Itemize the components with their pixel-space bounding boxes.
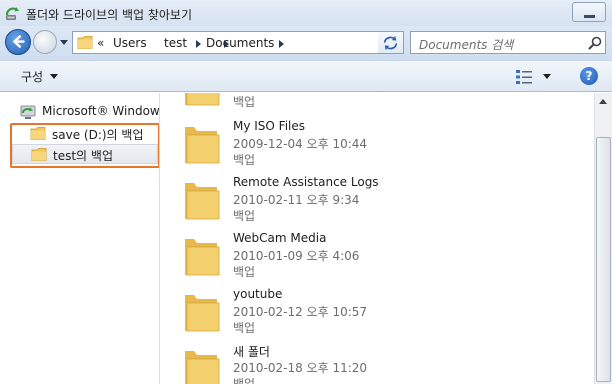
folder-icon (185, 93, 220, 106)
file-list[interactable]: 백업 My ISO Files 2009-12-04 오후 10:44 백업 R… (161, 93, 594, 384)
file-name: WebCam Media (233, 231, 327, 245)
back-button[interactable] (5, 29, 31, 55)
breadcrumb-separator-icon[interactable] (196, 40, 201, 48)
arrow-left-icon (13, 35, 25, 48)
folder-icon (185, 127, 220, 164)
breadcrumb-documents[interactable]: Documents (206, 36, 274, 50)
refresh-button[interactable] (378, 31, 404, 54)
vertical-scrollbar[interactable] (594, 93, 612, 384)
chevron-down-icon[interactable] (543, 74, 551, 79)
list-item[interactable]: 새 폴더 2010-02-18 오후 11:20 백업 (161, 341, 581, 384)
file-date: 2010-02-11 오후 9:34 (233, 193, 360, 207)
address-overflow[interactable]: « (97, 36, 104, 50)
highlight-annotation (10, 123, 159, 168)
address-row: « Users test Documents Documents 검색 (0, 26, 612, 60)
file-name: 새 폴더 (233, 345, 270, 359)
file-name: My ISO Files (233, 119, 306, 133)
recent-pages-dropdown[interactable] (60, 40, 68, 45)
scroll-up-button[interactable] (596, 95, 611, 110)
breadcrumb-test[interactable]: test (164, 36, 187, 50)
file-type: 백업 (233, 265, 256, 279)
folder-icon (185, 183, 220, 220)
search-icon[interactable] (587, 35, 603, 51)
forward-button[interactable] (33, 30, 57, 54)
folder-icon (77, 36, 93, 49)
nav-root-item[interactable]: Microsoft® Windows (20, 102, 160, 122)
windows-backup-icon (20, 105, 36, 119)
refresh-icon (383, 35, 398, 51)
address-bar[interactable]: « Users test Documents (72, 31, 402, 54)
list-item[interactable]: 백업 (161, 93, 581, 115)
file-type: 백업 (233, 153, 256, 167)
list-item[interactable]: youtube 2010-02-12 오후 10:57 백업 (161, 285, 581, 341)
views-icon[interactable] (514, 67, 536, 87)
help-icon[interactable]: ? (580, 67, 598, 85)
command-bar: 구성 ? (0, 60, 612, 92)
file-date: 2010-02-18 오후 11:20 (233, 361, 368, 375)
organize-button[interactable]: 구성 (21, 68, 43, 85)
folder-icon (185, 351, 220, 384)
scroll-thumb[interactable] (596, 137, 611, 382)
navigation-pane[interactable]: Microsoft® Windows save (D:)의 백업 test의 백… (0, 93, 160, 384)
file-type: 백업 (233, 321, 256, 335)
breadcrumb-separator-icon[interactable] (279, 40, 284, 48)
folder-icon (185, 239, 220, 276)
minimize-button[interactable] (572, 2, 606, 22)
nav-root-label: Microsoft® Windows (42, 104, 160, 118)
file-date: 2009-12-04 오후 10:44 (233, 137, 368, 151)
window-title: 폴더와 드라이브의 백업 찾아보기 (26, 8, 193, 22)
file-date: 2010-02-12 오후 10:57 (233, 305, 368, 319)
file-type: 백업 (233, 95, 256, 109)
breadcrumb-users[interactable]: Users (113, 36, 147, 50)
file-date: 2010-01-09 오후 4:06 (233, 249, 360, 263)
chevron-down-icon[interactable] (50, 74, 58, 79)
search-input[interactable]: Documents 검색 (419, 36, 513, 53)
list-item[interactable]: My ISO Files 2009-12-04 오후 10:44 백업 (161, 117, 581, 173)
file-name: Remote Assistance Logs (233, 175, 379, 189)
search-box[interactable]: Documents 검색 (410, 31, 606, 54)
list-item[interactable]: WebCam Media 2010-01-09 오후 4:06 백업 (161, 229, 581, 285)
file-type: 백업 (233, 377, 256, 384)
file-type: 백업 (233, 209, 256, 223)
file-name: youtube (233, 287, 283, 301)
title-bar: 폴더와 드라이브의 백업 찾아보기 (0, 0, 612, 26)
list-item[interactable]: Remote Assistance Logs 2010-02-11 오후 9:3… (161, 173, 581, 229)
folder-icon (185, 295, 220, 332)
backup-restore-icon (5, 7, 19, 20)
